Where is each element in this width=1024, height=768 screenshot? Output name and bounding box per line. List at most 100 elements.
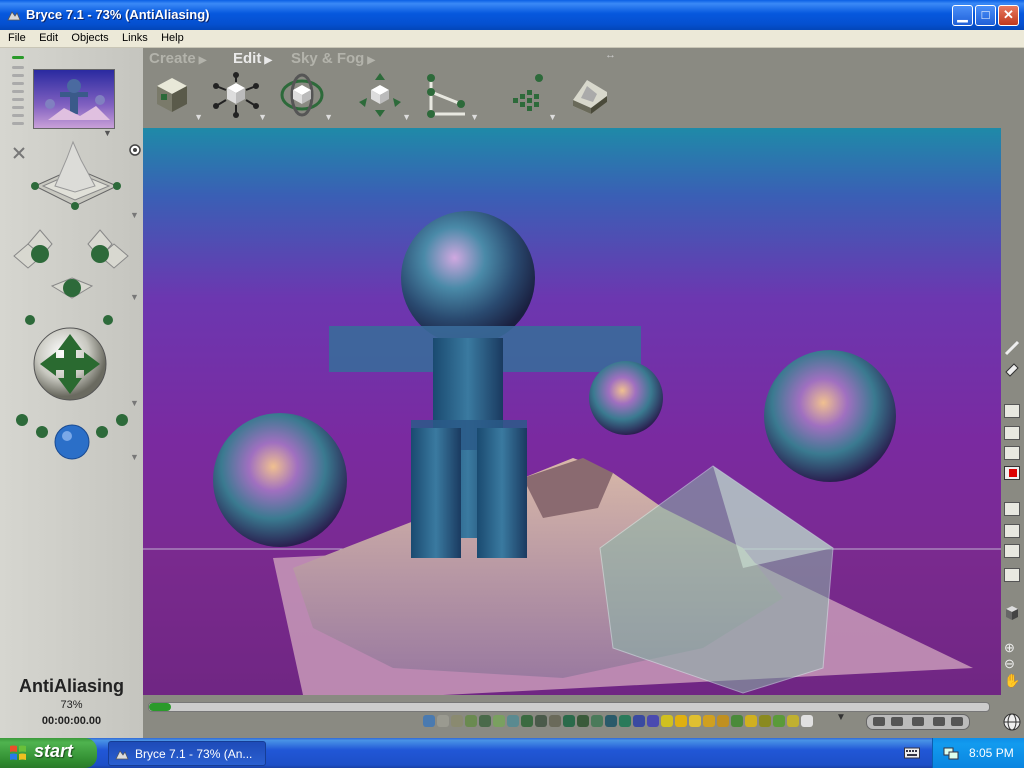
minimize-button[interactable]: ▁	[952, 5, 973, 26]
zoom-out-icon[interactable]: ⊖	[1004, 656, 1015, 672]
maximize-icon: □	[981, 7, 990, 22]
display-mode-3-button[interactable]	[1004, 446, 1020, 460]
edit-terrain-tool[interactable]	[567, 72, 613, 122]
keyboard-tray-icon[interactable]	[904, 746, 920, 760]
render-options-4-button[interactable]	[1004, 568, 1020, 582]
preview-menu-arrow-icon[interactable]: ▼	[103, 128, 112, 138]
timeline-progress	[149, 703, 171, 711]
paintbrush-icon[interactable]	[1004, 340, 1020, 356]
rendered-scene-image	[143, 211, 1001, 695]
menu-edit[interactable]: Edit	[34, 30, 63, 44]
top-toolbar: Create▶ Edit▶ Sky & Fog▶ ↔ ▼ ▼ ▼ ▼ ▼	[143, 48, 1024, 128]
bryce-task-icon	[115, 750, 129, 760]
edit-terrain-icon	[573, 80, 607, 114]
window-title: Bryce 7.1 - 73% (AntiAliasing)	[26, 7, 210, 22]
tab-edit-arrow-icon: ▶	[264, 55, 273, 66]
object-cube-icon[interactable]	[1004, 604, 1020, 622]
start-button[interactable]: start	[0, 738, 97, 768]
material-cube-icon	[157, 78, 187, 112]
camera-controls-menu-arrow-icon[interactable]: ▼	[130, 452, 139, 462]
rewind-icon[interactable]	[873, 717, 885, 726]
camera-trackball-icon[interactable]	[25, 140, 125, 220]
maximize-button[interactable]: □	[975, 5, 996, 26]
tab-edit[interactable]: Edit ▶	[233, 50, 272, 67]
play-icon[interactable]	[912, 717, 924, 726]
randomize-tool-icon	[513, 74, 543, 111]
close-icon: ✕	[1003, 7, 1014, 22]
reset-view-icon[interactable]	[12, 146, 26, 160]
nano-preview-thumbnail[interactable]	[33, 69, 115, 129]
trackball-icon[interactable]	[30, 324, 110, 404]
align-tool[interactable]: ▼	[425, 72, 479, 122]
animation-controls[interactable]	[866, 714, 970, 730]
tab-create[interactable]: Create ▶	[149, 50, 206, 67]
tab-create-label: Create	[149, 50, 196, 67]
resize-tool[interactable]: ▼	[213, 72, 267, 122]
menu-help[interactable]: Help	[156, 30, 189, 44]
windows-logo-icon	[10, 745, 26, 760]
tab-edit-label: Edit	[233, 50, 262, 67]
tab-create-arrow-icon: ▶	[198, 55, 207, 66]
fast-forward-icon[interactable]	[951, 717, 963, 726]
render-options-2-button[interactable]	[1004, 524, 1020, 538]
render-canvas[interactable]	[143, 128, 1001, 695]
reposition-tool[interactable]: ▼	[357, 72, 411, 122]
step-forward-icon[interactable]	[933, 717, 945, 726]
randomize-tool[interactable]: ▼	[503, 72, 557, 122]
render-status: AntiAliasing 73% 00:00:00.00	[0, 676, 143, 727]
tab-sky-fog-label: Sky & Fog	[291, 50, 365, 67]
memory-dots-palette[interactable]	[422, 713, 832, 731]
align-dropdown-icon: ▼	[470, 112, 479, 122]
render-mode-label: AntiAliasing	[18, 676, 124, 696]
reposition-tool-icon	[359, 73, 401, 117]
start-label: start	[34, 741, 74, 761]
clock[interactable]: 8:05 PM	[969, 746, 1014, 760]
pan-hand-icon[interactable]: ✋	[1004, 673, 1020, 689]
tab-sky-fog-arrow-icon: ▶	[367, 55, 376, 66]
bryce-app-icon	[7, 11, 21, 21]
nano-options-icon[interactable]	[129, 144, 141, 156]
zoom-in-icon[interactable]: ⊕	[1004, 640, 1015, 656]
eraser-icon[interactable]	[1004, 362, 1020, 378]
display-mode-1-button[interactable]	[1004, 404, 1020, 418]
reposition-dropdown-icon: ▼	[402, 112, 411, 122]
right-view-tools: ⊕ ⊖ ✋	[1001, 128, 1024, 738]
taskbar-item-bryce[interactable]: Bryce 7.1 - 73% (An...	[108, 741, 266, 766]
resize-tool-icon	[213, 72, 259, 118]
tab-sky-fog[interactable]: Sky & Fog ▶	[291, 50, 375, 67]
menu-links[interactable]: Links	[117, 30, 153, 44]
stop-render-icon[interactable]	[1004, 466, 1020, 480]
toolbar-resize-handle-icon[interactable]: ↔	[605, 49, 616, 61]
window-title-bar[interactable]: Bryce 7.1 - 73% (AntiAliasing) ▁ □ ✕	[0, 0, 1024, 30]
minimize-icon: ▁	[957, 7, 968, 22]
menu-objects[interactable]: Objects	[66, 30, 113, 44]
edit-material-tool[interactable]: ▼	[149, 72, 203, 122]
rotate-tool[interactable]: ▼	[279, 72, 333, 122]
camera-menu-arrow-icon[interactable]: ▼	[130, 210, 139, 220]
position-menu-arrow-icon[interactable]: ▼	[130, 292, 139, 302]
trackball-menu-arrow-icon[interactable]: ▼	[130, 398, 139, 408]
preview-scene-icon	[45, 79, 110, 120]
randomize-dropdown-icon: ▼	[548, 112, 557, 122]
memory-dots-menu-icon[interactable]: ▼	[836, 712, 846, 723]
windows-taskbar: start Bryce 7.1 - 73% (An... 8:05 PM	[0, 738, 1024, 768]
system-tray: 8:05 PM	[932, 738, 1024, 768]
animation-timeline[interactable]	[148, 702, 990, 712]
material-dropdown-icon: ▼	[194, 112, 203, 122]
menu-bar: File Edit Objects Links Help	[0, 30, 1024, 48]
network-tray-icon[interactable]	[943, 745, 959, 761]
direct-camera-controls-icon[interactable]	[12, 408, 132, 468]
step-back-icon[interactable]	[891, 717, 903, 726]
render-options-1-button[interactable]	[1004, 502, 1020, 516]
display-mode-2-button[interactable]	[1004, 426, 1020, 440]
render-options-3-button[interactable]	[1004, 544, 1020, 558]
rotate-dropdown-icon: ▼	[324, 112, 333, 122]
camera-position-controls-icon[interactable]	[12, 226, 132, 306]
align-tool-icon	[427, 74, 465, 118]
taskbar-item-label: Bryce 7.1 - 73% (An...	[135, 747, 253, 761]
render-time: 00:00:00.00	[41, 715, 102, 727]
menu-file[interactable]: File	[0, 30, 31, 44]
render-percent: 73%	[60, 699, 83, 711]
globe-icon[interactable]	[1002, 712, 1022, 732]
close-button[interactable]: ✕	[998, 5, 1019, 26]
